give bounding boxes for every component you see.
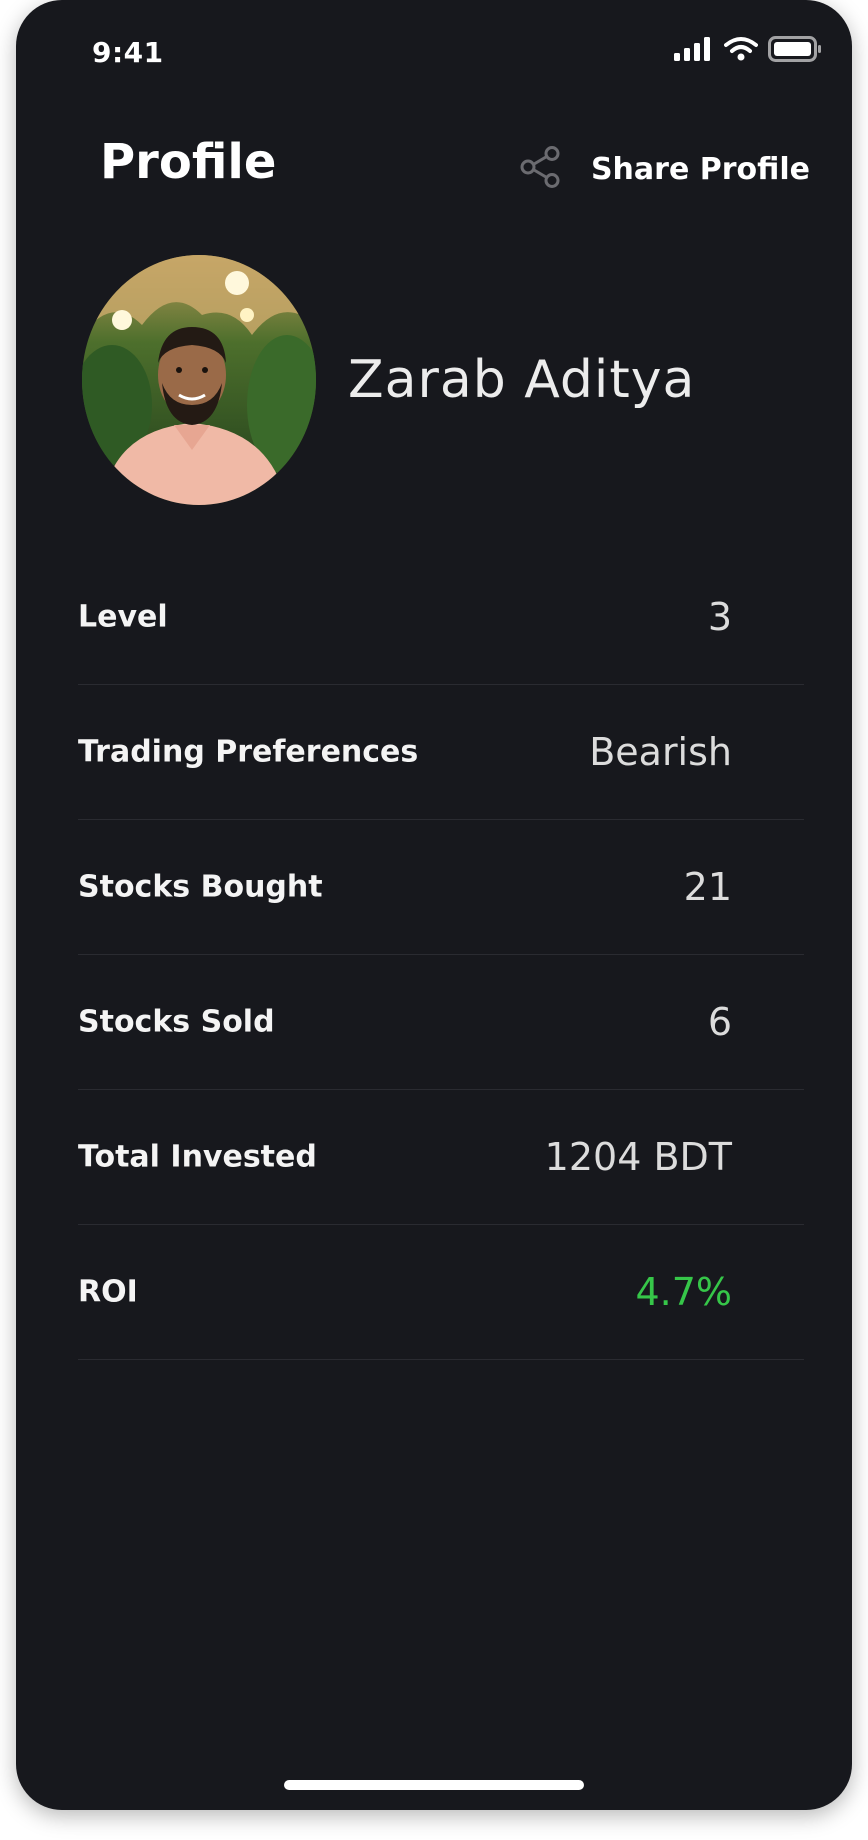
share-icon xyxy=(519,146,561,192)
stats-list: Level 3 Trading Preferences Bearish Stoc… xyxy=(78,550,804,1360)
status-time: 9:41 xyxy=(92,36,164,69)
stat-label: Trading Preferences xyxy=(78,734,419,770)
page-title: Profile xyxy=(100,134,277,190)
wifi-icon xyxy=(724,36,758,66)
share-profile-label: Share Profile xyxy=(590,151,810,187)
stat-label: Total Invested xyxy=(78,1139,317,1175)
stat-label: Stocks Sold xyxy=(78,1004,275,1040)
stat-row-stocks-bought: Stocks Bought 21 xyxy=(78,820,804,955)
stat-label: Level xyxy=(78,599,168,635)
stat-row-trading-preferences: Trading Preferences Bearish xyxy=(78,685,804,820)
stat-row-total-invested: Total Invested 1204 BDT xyxy=(78,1090,804,1225)
status-bar: 9:41 xyxy=(16,0,852,100)
stat-label: Stocks Bought xyxy=(78,869,323,905)
roi-value: 4.7% xyxy=(635,1270,732,1314)
battery-icon xyxy=(768,36,822,66)
stat-row-stocks-sold: Stocks Sold 6 xyxy=(78,955,804,1090)
avatar xyxy=(82,255,316,505)
stat-value: 1204 BDT xyxy=(544,1135,732,1179)
stat-row-roi: ROI 4.7% xyxy=(78,1225,804,1360)
stat-value: Bearish xyxy=(589,730,732,774)
phone-screen: 9:41 Profile Share Profile Zarab Aditya … xyxy=(16,0,852,1810)
signal-icon xyxy=(674,37,714,65)
home-indicator[interactable] xyxy=(284,1780,584,1790)
stat-label: ROI xyxy=(78,1274,138,1310)
stat-value: 6 xyxy=(707,1000,732,1044)
user-name: Zarab Aditya xyxy=(348,350,696,410)
stat-value: 21 xyxy=(683,865,732,909)
stat-row-level: Level 3 xyxy=(78,550,804,685)
share-profile-button[interactable]: Share Profile xyxy=(519,146,810,192)
status-icons xyxy=(674,36,822,66)
stat-value: 3 xyxy=(707,595,732,639)
